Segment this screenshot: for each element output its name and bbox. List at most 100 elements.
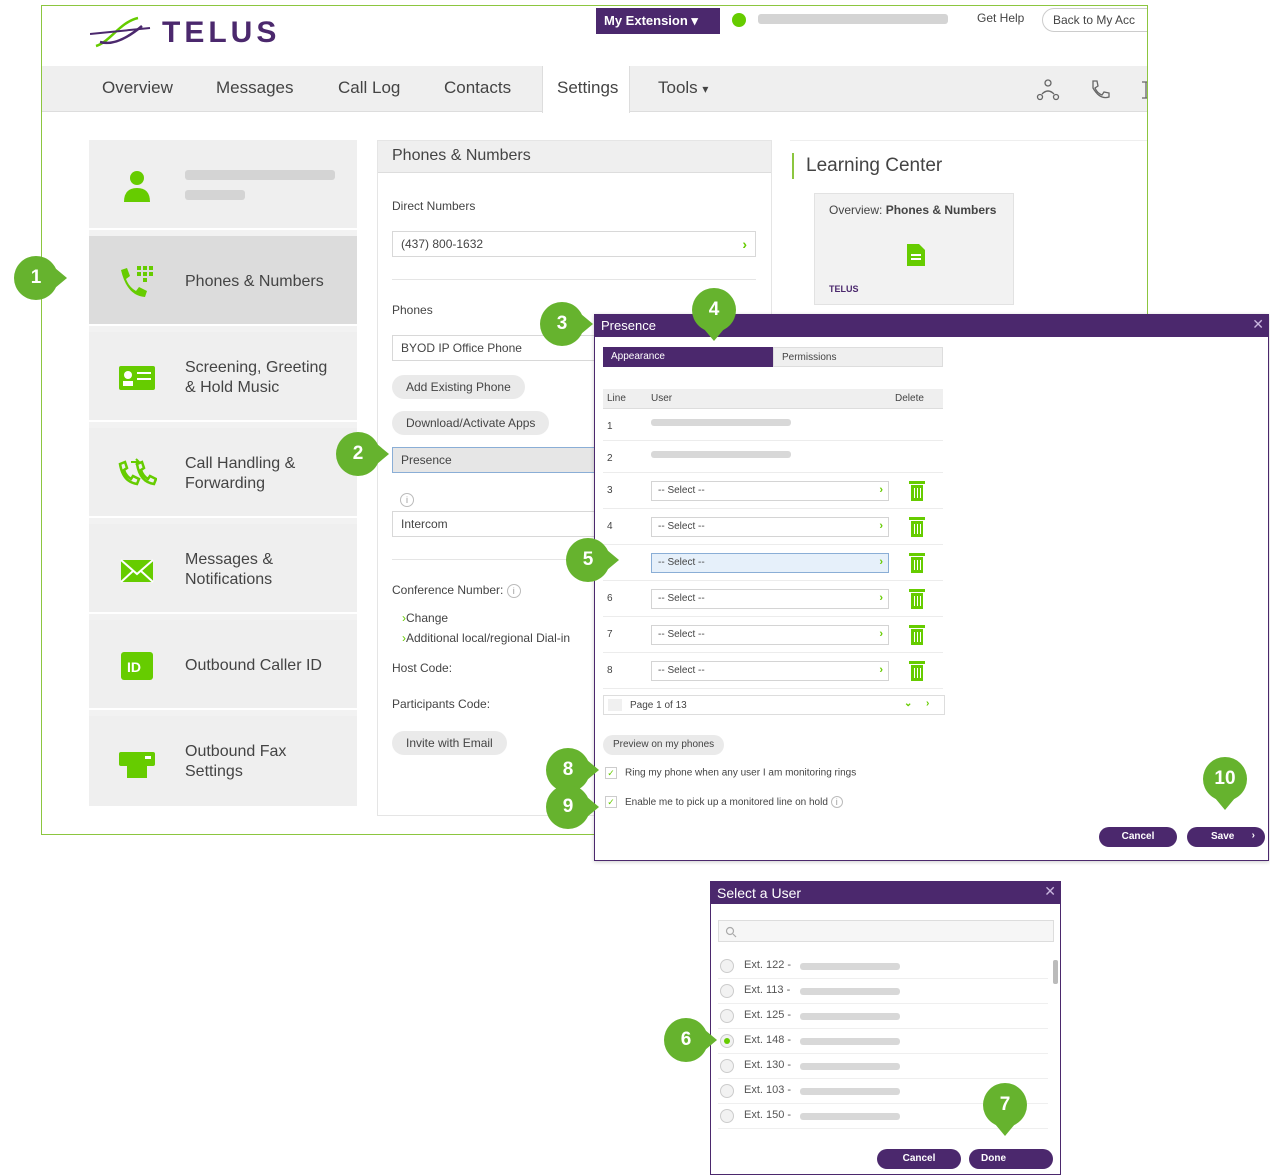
cancel-button[interactable]: Cancel <box>877 1149 961 1169</box>
nav-settings[interactable]: Settings <box>542 66 630 113</box>
learning-card[interactable]: Overview: Phones & Numbers TELUS <box>814 193 1014 305</box>
status-check-icon <box>732 13 746 27</box>
line-number: 1 <box>607 421 613 432</box>
sidebar-item-caller-id[interactable]: ID Outbound Caller ID <box>89 620 357 710</box>
learning-card-text: Overview: Phones & Numbers <box>829 203 999 217</box>
user-select[interactable]: -- Select -- › <box>651 517 889 537</box>
page-select-chevron-icon[interactable]: ⌄ <box>904 698 912 709</box>
user-select[interactable]: -- Select -- › <box>651 661 889 681</box>
radio-button[interactable] <box>720 1059 734 1073</box>
user-name-redacted <box>800 1113 900 1120</box>
additional-dialin-link[interactable]: ›Additional local/regional Dial-in <box>402 631 570 645</box>
download-apps-button[interactable]: Download/Activate Apps <box>392 411 550 435</box>
host-code-label: Host Code: <box>392 661 453 675</box>
line-number: 6 <box>607 593 613 604</box>
next-page-button[interactable]: › <box>926 698 929 709</box>
sidebar-item-label: Call Handling & <box>185 455 296 472</box>
document-icon <box>907 244 925 266</box>
callout-badge: 3 <box>540 302 593 346</box>
trash-icon[interactable] <box>909 552 925 574</box>
list-item[interactable]: Ext. 125 - <box>718 1004 1048 1029</box>
user-name-redacted <box>800 1038 900 1045</box>
trash-icon[interactable] <box>909 588 925 610</box>
callout-badge: 5 <box>566 538 619 582</box>
close-icon[interactable]: ✕ <box>1252 316 1264 333</box>
sidebar-item-profile[interactable] <box>89 140 357 230</box>
user-extension: Ext. 122 - <box>744 959 792 971</box>
save-button[interactable]: Save › <box>1187 827 1265 847</box>
sidebar-item-label: Outbound Caller ID <box>185 657 322 674</box>
sidebar-item-screening[interactable]: Screening, Greeting & Hold Music <box>89 332 357 422</box>
change-link[interactable]: ›Change <box>402 611 448 625</box>
nav-call-log[interactable]: Call Log <box>338 78 400 98</box>
list-item[interactable]: Ext. 148 - <box>718 1029 1048 1054</box>
radio-button[interactable] <box>720 1109 734 1123</box>
sidebar-item-call-handling[interactable]: Call Handling & Forwarding <box>89 428 357 518</box>
envelope-icon <box>120 559 154 583</box>
logo-text: TELUS <box>162 16 281 49</box>
trash-icon[interactable] <box>909 660 925 682</box>
preview-on-phones-button[interactable]: Preview on my phones <box>603 735 725 755</box>
scrollbar[interactable] <box>1053 960 1058 984</box>
trash-icon[interactable] <box>909 480 925 502</box>
radio-button[interactable] <box>720 984 734 998</box>
nav-tools[interactable]: Tools ▾ <box>658 78 708 98</box>
prev-page-button[interactable] <box>608 699 622 711</box>
checkbox-checked[interactable]: ✓ <box>605 796 617 809</box>
add-existing-phone-button[interactable]: Add Existing Phone <box>392 375 525 399</box>
radio-selected[interactable] <box>720 1034 734 1048</box>
list-item[interactable]: Ext. 122 - <box>718 954 1048 979</box>
user-name-redacted <box>651 419 791 426</box>
ring-option[interactable]: ✓ Ring my phone when any user I am monito… <box>605 767 856 779</box>
done-button[interactable]: Done <box>969 1149 1053 1169</box>
info-icon[interactable]: i <box>400 493 414 507</box>
user-select[interactable]: -- Select -- › <box>651 589 889 609</box>
radio-button[interactable] <box>720 1009 734 1023</box>
info-icon[interactable]: i <box>506 584 521 598</box>
back-to-account-button[interactable]: Back to My Acc <box>1042 8 1147 32</box>
telus-logo[interactable]: TELUS <box>90 12 290 52</box>
user-name-redacted <box>800 988 900 995</box>
user-icon <box>124 171 150 202</box>
user-select[interactable]: -- Select -- › <box>651 625 889 645</box>
line-number: 3 <box>607 485 613 496</box>
cancel-button[interactable]: Cancel <box>1099 827 1177 847</box>
radio-button[interactable] <box>720 1084 734 1098</box>
user-search-input[interactable] <box>718 920 1054 942</box>
user-select[interactable]: -- Select -- › <box>651 553 889 573</box>
phone-device-value: BYOD IP Office Phone <box>401 341 522 355</box>
trash-icon[interactable] <box>909 624 925 646</box>
list-item[interactable]: Ext. 113 - <box>718 979 1048 1004</box>
sidebar-item-phones-numbers[interactable]: Phones & Numbers <box>89 236 357 326</box>
invite-email-button[interactable]: Invite with Email <box>392 731 507 755</box>
trash-icon[interactable] <box>909 516 925 538</box>
checkbox-checked[interactable]: ✓ <box>605 767 617 779</box>
pickup-option[interactable]: ✓ Enable me to pick up a monitored line o… <box>605 796 843 809</box>
caller-id-icon: ID <box>121 652 153 680</box>
more-icon[interactable] <box>1134 78 1148 102</box>
nav-tools-label: Tools <box>658 78 698 97</box>
caret-down-icon: ▾ <box>702 82 709 96</box>
phone-icon[interactable] <box>1088 78 1112 102</box>
get-help-link[interactable]: Get Help <box>977 11 1024 25</box>
nav-overview[interactable]: Overview <box>102 78 173 98</box>
close-icon[interactable]: ✕ <box>1044 883 1056 900</box>
sidebar-item-fax[interactable]: Outbound Fax Settings <box>89 716 357 806</box>
list-item[interactable]: Ext. 130 - <box>718 1054 1048 1079</box>
radio-button[interactable] <box>720 959 734 973</box>
info-icon[interactable]: i <box>830 796 843 808</box>
table-header: Line User Delete <box>603 389 943 409</box>
direct-number-field[interactable]: (437) 800-1632 › <box>392 231 756 257</box>
sidebar-item-label-2: Notifications <box>185 571 273 588</box>
dialog-title: Presence <box>601 318 656 333</box>
sidebar-item-messages[interactable]: Messages & Notifications <box>89 524 357 614</box>
nav-contacts[interactable]: Contacts <box>444 78 511 98</box>
nav-messages[interactable]: Messages <box>216 78 293 98</box>
tab-permissions[interactable]: Permissions <box>773 347 943 367</box>
conference-icon[interactable] <box>1036 78 1060 102</box>
user-select[interactable]: -- Select -- › <box>651 481 889 501</box>
direct-number-value: (437) 800-1632 <box>401 237 484 251</box>
my-extension-menu[interactable]: My Extension ▾ <box>596 8 720 34</box>
extension-info-redacted <box>758 14 948 24</box>
tab-appearance[interactable]: Appearance <box>603 347 773 367</box>
